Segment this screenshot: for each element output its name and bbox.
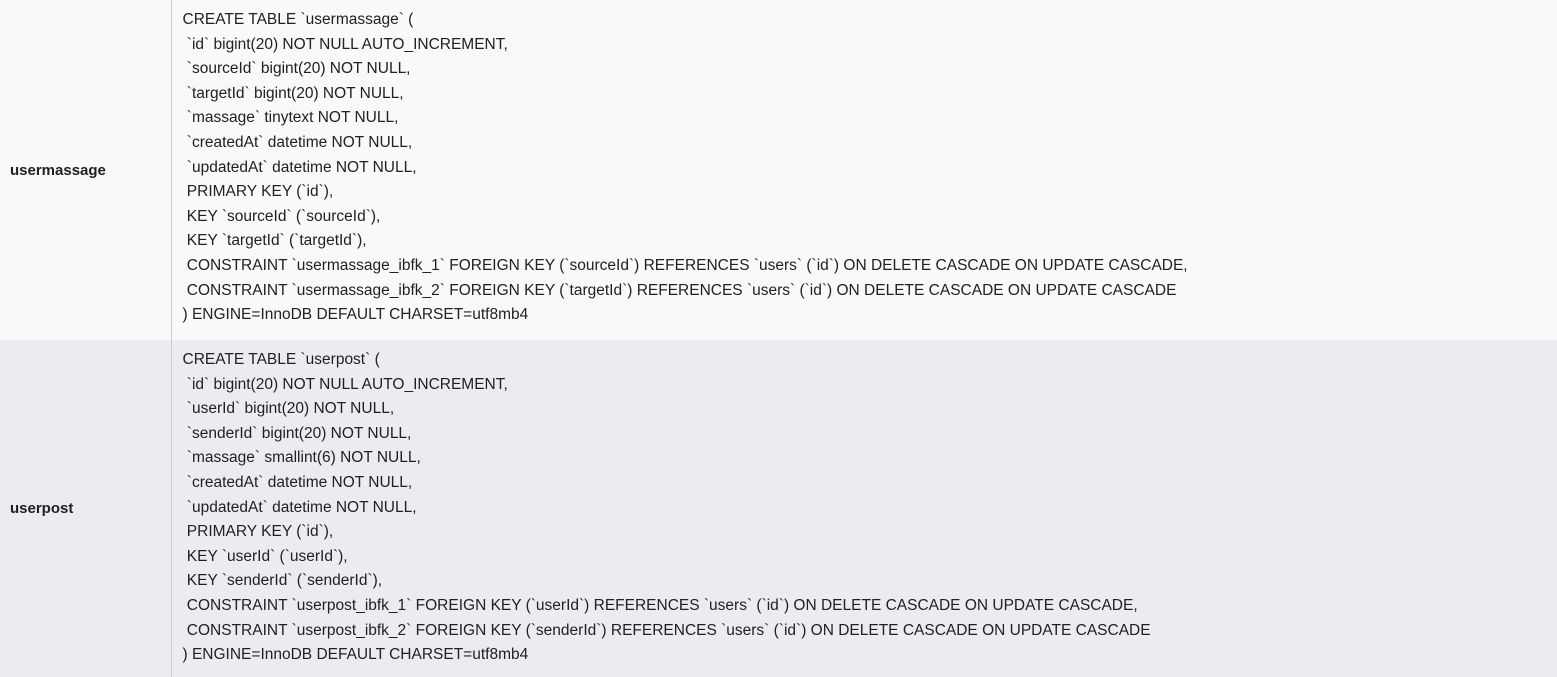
schema-table: usermassage CREATE TABLE `usermassage` (… <box>0 0 1557 677</box>
sql-line: `massage` smallint(6) NOT NULL, <box>182 449 421 467</box>
sql-line: KEY `targetId` (`targetId`), <box>182 232 367 250</box>
sql-line: CONSTRAINT `userpost_ibfk_1` FOREIGN KEY… <box>182 596 1138 614</box>
sql-line: `createdAt` datetime NOT NULL, <box>182 133 413 151</box>
sql-line: `id` bigint(20) NOT NULL AUTO_INCREMENT, <box>182 35 508 53</box>
table-name-cell: userpost <box>0 340 171 677</box>
sql-line: `userId` bigint(20) NOT NULL, <box>182 400 395 418</box>
sql-line: `id` bigint(20) NOT NULL AUTO_INCREMENT, <box>182 375 508 393</box>
sql-line: ) ENGINE=InnoDB DEFAULT CHARSET=utf8mb4 <box>182 646 529 664</box>
sql-line: PRIMARY KEY (`id`), <box>182 523 334 541</box>
sql-line: `updatedAt` datetime NOT NULL, <box>182 158 417 176</box>
sql-line: `createdAt` datetime NOT NULL, <box>182 473 413 491</box>
sql-definition-cell: CREATE TABLE `userpost` ( `id` bigint(20… <box>170 340 1557 677</box>
sql-line: CONSTRAINT `usermassage_ibfk_1` FOREIGN … <box>182 256 1188 274</box>
sql-definition-cell: CREATE TABLE `usermassage` ( `id` bigint… <box>170 0 1557 340</box>
sql-line: PRIMARY KEY (`id`), <box>182 183 334 201</box>
sql-line: KEY `senderId` (`senderId`), <box>182 572 383 590</box>
sql-line: CONSTRAINT `userpost_ibfk_2` FOREIGN KEY… <box>182 621 1151 639</box>
sql-line: `massage` tinytext NOT NULL, <box>182 109 399 127</box>
sql-line: `targetId` bigint(20) NOT NULL, <box>182 84 404 102</box>
sql-line: KEY `sourceId` (`sourceId`), <box>182 207 381 225</box>
table-row: userpost CREATE TABLE `userpost` ( `id` … <box>0 340 1557 677</box>
sql-line: CREATE TABLE `userpost` ( <box>182 351 380 368</box>
sql-line: `senderId` bigint(20) NOT NULL, <box>182 424 412 442</box>
table-row: usermassage CREATE TABLE `usermassage` (… <box>0 0 1557 340</box>
sql-line: CREATE TABLE `usermassage` ( <box>182 11 414 28</box>
sql-line: ) ENGINE=InnoDB DEFAULT CHARSET=utf8mb4 <box>182 306 529 324</box>
sql-line: `sourceId` bigint(20) NOT NULL, <box>182 60 411 78</box>
sql-line: KEY `userId` (`userId`), <box>182 547 348 565</box>
sql-line: `updatedAt` datetime NOT NULL, <box>182 498 417 516</box>
sql-line: CONSTRAINT `usermassage_ibfk_2` FOREIGN … <box>182 281 1177 299</box>
table-name-cell: usermassage <box>0 0 171 340</box>
